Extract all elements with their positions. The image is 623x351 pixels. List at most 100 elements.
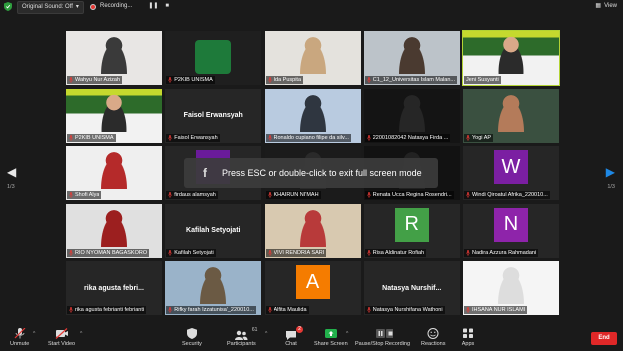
participant-name: Windi Qiroatul Afrika_220010...: [472, 192, 548, 198]
participant-silhouette: [294, 89, 331, 132]
camera-off-icon: [55, 328, 68, 339]
participant-tile[interactable]: 22001082042 Natasya Firda ...: [363, 88, 460, 143]
muted-mic-icon: [367, 134, 371, 141]
chevron-down-icon: ▾: [75, 4, 79, 10]
participant-tile[interactable]: A Alfita Maulida: [264, 261, 361, 315]
participant-nameplate: Faisol Erwansyah: [166, 133, 220, 142]
participant-tile[interactable]: Kafilah Setyojati Kafilah Setyojati: [165, 203, 262, 258]
participant-tile[interactable]: Rifky farah Izzatunisa'_220010...: [165, 261, 262, 315]
participant-name: Renata Ucca Regina Rosendri...: [372, 192, 452, 198]
participant-nameplate: Natasya Nurshifana Wathoni: [364, 306, 445, 314]
participant-nameplate: P2KIB UNISMA: [166, 76, 215, 84]
participant-name: Nadira Azzura Rahmadani: [472, 249, 537, 256]
participant-name: Faisol Erwansyah: [174, 134, 218, 141]
muted-mic-icon: [69, 77, 73, 83]
participant-nameplate: firdaus alamsyah: [166, 191, 218, 199]
participants-options-caret-icon[interactable]: ^: [265, 331, 267, 337]
stop-icon[interactable]: ■: [165, 1, 169, 12]
start-video-label: Start Video: [48, 341, 76, 347]
participant-tile[interactable]: W Windi Qiroatul Afrika_220010...: [463, 146, 559, 200]
end-meeting-button[interactable]: End: [591, 332, 617, 345]
recording-label: Recording...: [100, 3, 133, 9]
pause-stop-recording-button[interactable]: Pause/Stop Recording: [355, 325, 410, 351]
share-screen-label: Share Screen: [314, 341, 348, 347]
next-page-arrow-icon[interactable]: ▶: [606, 166, 615, 178]
muted-mic-icon: [69, 134, 73, 141]
pause-icon[interactable]: ❚❚: [148, 1, 158, 12]
video-options-caret-icon[interactable]: ^: [80, 331, 82, 337]
participant-tile[interactable]: C1_12_Universitas Islam Malan...: [363, 31, 460, 85]
participant-silhouette: [294, 32, 331, 74]
previous-page-arrow-icon[interactable]: ◀: [7, 166, 16, 178]
muted-mic-icon: [267, 134, 272, 141]
muted-mic-icon: [367, 249, 371, 256]
participant-tile[interactable]: P2KIB UNISMA: [66, 88, 162, 143]
participant-tile[interactable]: Shofi Alya: [66, 146, 162, 200]
participant-silhouette: [493, 32, 529, 74]
unmute-button[interactable]: Unmute: [10, 325, 29, 351]
participants-button[interactable]: 61 Participants: [227, 325, 257, 351]
muted-mic-icon: [466, 134, 470, 141]
participant-tile[interactable]: N Nadira Azzura Rahmadani: [463, 203, 559, 258]
participant-name: rika agusta febrianti febrianti: [75, 307, 145, 313]
fullscreen-toast: f Press ESC or double-click to exit full…: [184, 158, 438, 188]
apps-icon: [463, 328, 473, 338]
audio-options-caret-icon[interactable]: ^: [33, 331, 35, 337]
participant-tile[interactable]: IHSANA NUR ISLAMI: [463, 261, 559, 315]
participant-nameplate: 22001082042 Natasya Firda ...: [364, 133, 451, 142]
muted-mic-icon: [466, 307, 470, 313]
reactions-button[interactable]: Reactions: [421, 325, 445, 351]
muted-mic-icon: [168, 192, 172, 198]
muted-mic-icon: [168, 249, 172, 256]
share-options-caret-icon[interactable]: ^: [346, 331, 348, 337]
participant-nameplate: C1_12_Universitas Islam Malan...: [364, 76, 457, 84]
participant-tile[interactable]: RIO NYOMAN BAGASKORO: [66, 203, 162, 258]
participant-tile[interactable]: Faisol Erwansyah Faisol Erwansyah: [165, 88, 262, 143]
share-screen-button[interactable]: Share Screen: [314, 325, 348, 351]
participant-name: VIVI RENDRIA SARI: [273, 249, 325, 256]
security-label: Security: [182, 341, 202, 347]
original-sound-toggle[interactable]: Original Sound: Off ▾: [17, 1, 84, 14]
participant-nameplate: rika agusta febrianti febrianti: [67, 306, 147, 314]
participant-nameplate: Shofi Alya: [67, 191, 102, 199]
participant-tile[interactable]: Jeni Susyanti: [462, 30, 560, 86]
participant-tile[interactable]: R Risa Aldinatur Rofiah: [363, 203, 460, 258]
participant-nameplate: Ida Puspita: [265, 76, 304, 84]
microphone-muted-icon: [14, 328, 26, 339]
muted-mic-icon: [69, 307, 73, 313]
muted-mic-icon: [267, 249, 272, 256]
start-video-button[interactable]: Start Video: [48, 325, 75, 351]
participant-nameplate: IHSANA NUR ISLAMI: [464, 306, 528, 314]
participant-tile[interactable]: Ronaldo cupiano filipe da silv...: [264, 88, 361, 143]
participant-tile[interactable]: Wahyu Nur Azizah: [66, 31, 162, 85]
muted-mic-icon: [367, 307, 371, 313]
participant-silhouette: [96, 147, 132, 189]
participant-tile[interactable]: P2KIB UNISMA: [165, 31, 262, 85]
apps-button[interactable]: Apps: [461, 325, 475, 351]
participant-silhouette: [195, 262, 232, 304]
unmute-label: Unmute: [10, 341, 30, 347]
participants-icon: 61: [234, 327, 257, 340]
pause-stop-icon: [375, 329, 393, 338]
participant-name: Shofi Alya: [75, 192, 100, 198]
participant-name: 22001082042 Natasya Firda ...: [372, 134, 449, 141]
chat-button[interactable]: 2 Chat: [284, 325, 303, 351]
participant-tile[interactable]: Yogi AP: [463, 88, 559, 143]
view-button[interactable]: ▦ View: [595, 1, 617, 12]
reactions-icon: [427, 328, 439, 339]
participant-name: Ronaldo cupiano filipe da silv...: [273, 134, 349, 141]
participant-tile[interactable]: Ida Puspita: [264, 31, 361, 85]
muted-mic-icon: [168, 77, 172, 83]
participant-name: Alfita Maulida: [273, 307, 307, 313]
participants-label: Participants: [227, 341, 256, 347]
participant-tile[interactable]: Natasya Nurshif... Natasya Nurshifana Wat…: [363, 261, 460, 315]
participant-name: RIO NYOMAN BAGASKORO: [75, 249, 148, 256]
participant-nameplate: VIVI RENDRIA SARI: [265, 248, 327, 257]
participant-avatar: N: [494, 207, 528, 242]
security-button[interactable]: Security: [182, 325, 202, 351]
shield-icon[interactable]: [4, 2, 12, 11]
participant-name: P2KIB UNISMA: [75, 134, 114, 141]
participant-tile[interactable]: VIVI RENDRIA SARI: [264, 203, 361, 258]
participant-tile[interactable]: rika agusta febri... rika agusta febriant…: [66, 261, 162, 315]
chat-icon: 2: [284, 326, 303, 340]
